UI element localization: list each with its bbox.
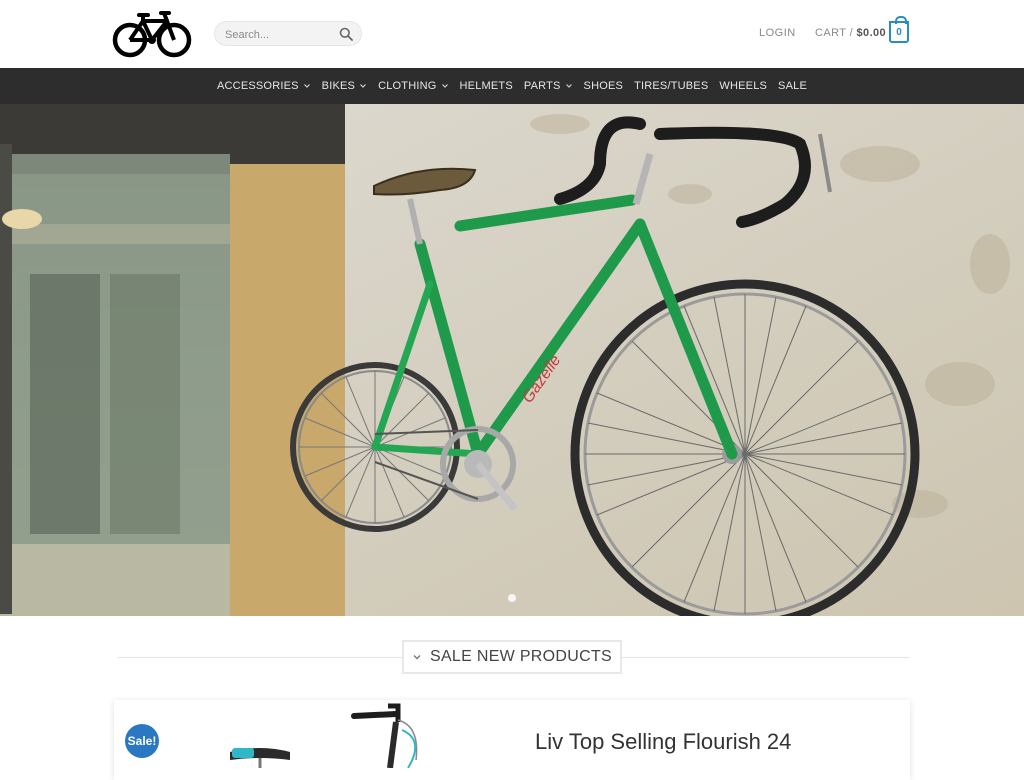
slider-dot[interactable] [508, 594, 516, 602]
nav-item-label: CLOTHING [378, 80, 437, 92]
section-divider-left [118, 657, 402, 658]
nav-item-tires-tubes[interactable]: TIRES/TUBES [634, 80, 708, 92]
site-header: LOGIN CART / $0.00 0 [0, 0, 1024, 68]
nav-item-parts[interactable]: PARTS [524, 80, 573, 92]
nav-item-helmets[interactable]: HELMETS [460, 80, 513, 92]
nav-item-accessories[interactable]: ACCESSORIES [217, 80, 311, 92]
section-title: SALE NEW PRODUCTS [402, 640, 622, 674]
nav-item-label: WHEELS [719, 80, 768, 92]
chevron-down-icon [303, 84, 310, 88]
hero-image: Gazelle [0, 104, 1024, 616]
nav-item-label: TIRES/TUBES [634, 80, 709, 92]
nav-item-wheels[interactable]: WHEELS [719, 80, 767, 92]
product-image[interactable] [220, 700, 450, 768]
chevron-down-icon [360, 84, 367, 88]
chevron-down-icon [565, 84, 572, 88]
sale-badge: Sale! [125, 724, 159, 758]
nav-item-label: SALE [778, 80, 807, 92]
nav-item-label: BIKES [321, 80, 356, 92]
login-link[interactable]: LOGIN [759, 27, 796, 39]
product-title[interactable]: Liv Top Selling Flourish 24 [535, 729, 791, 755]
nav-item-label: PARTS [523, 80, 561, 92]
search-input[interactable] [223, 25, 339, 45]
nav-item-label: SHOES [583, 80, 624, 92]
nav-item-label: HELMETS [459, 80, 513, 92]
chevron-down-icon [413, 655, 421, 660]
nav-item-bikes[interactable]: BIKES [322, 80, 367, 92]
cart-link[interactable]: CART / $0.00 [815, 27, 886, 39]
nav-item-clothing[interactable]: CLOTHING [378, 80, 448, 92]
cart-bag-icon[interactable]: 0 [889, 16, 909, 43]
cart-label: CART / [815, 27, 854, 39]
main-nav: ACCESSORIES BIKES CLOTHING HELMETS PARTS… [0, 68, 1024, 104]
cart-count: 0 [896, 26, 902, 38]
nav-item-sale[interactable]: SALE [778, 80, 807, 92]
bicycle-logo-icon[interactable] [112, 9, 192, 59]
section-divider-right [622, 657, 910, 658]
search-box [214, 21, 362, 46]
section-title-text: SALE NEW PRODUCTS [429, 648, 612, 665]
cart-amount: $0.00 [856, 27, 887, 39]
nav-item-shoes[interactable]: SHOES [584, 80, 624, 92]
hero-slider[interactable]: Gazelle [0, 104, 1024, 616]
nav-item-label: ACCESSORIES [217, 80, 299, 92]
search-icon[interactable] [337, 25, 355, 43]
chevron-down-icon [441, 84, 448, 88]
